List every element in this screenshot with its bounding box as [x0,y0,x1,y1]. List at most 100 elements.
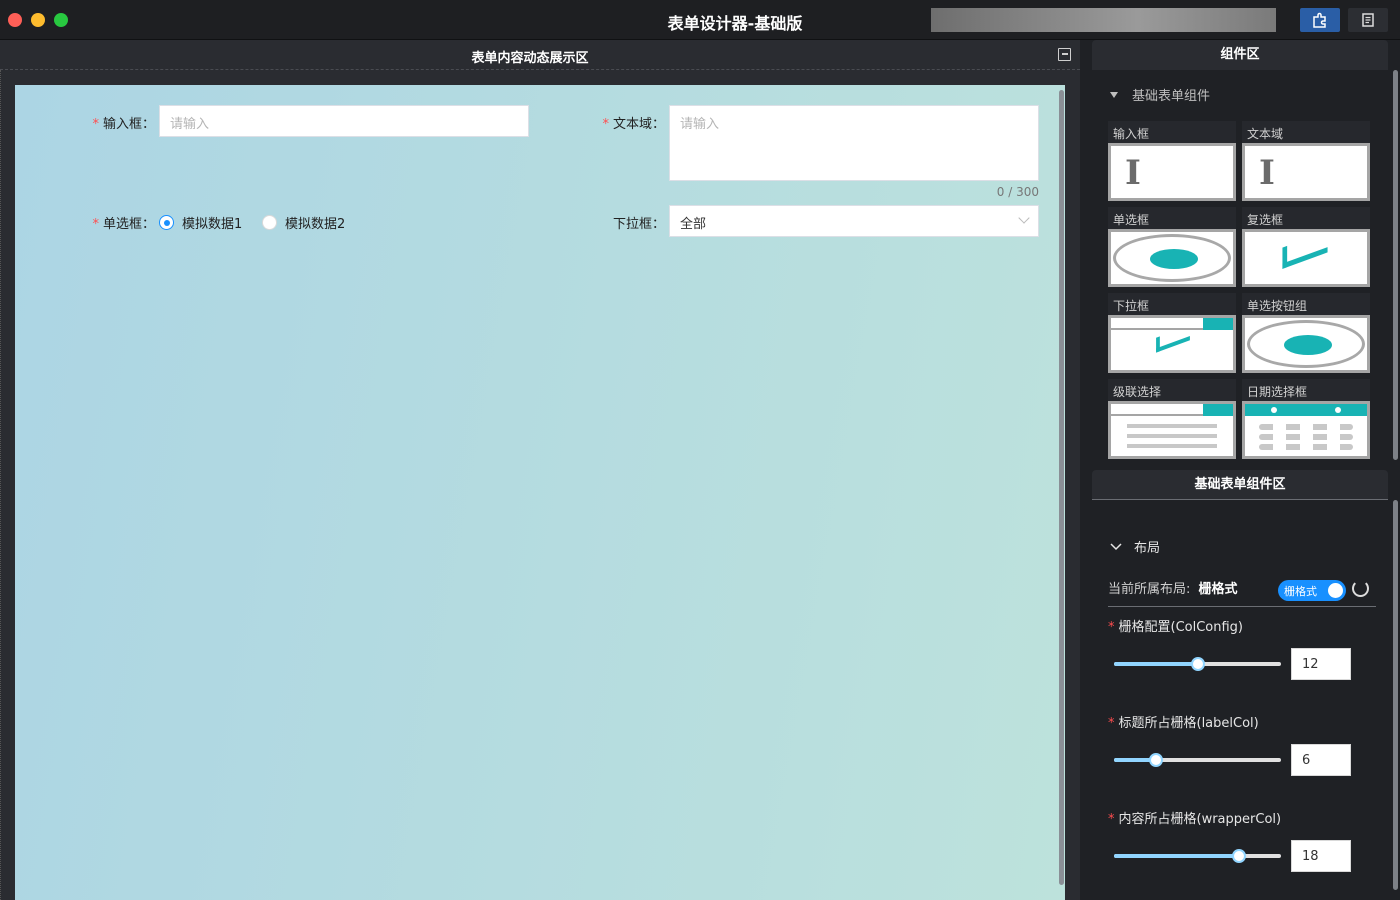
component-label: 文本域 [1242,121,1370,143]
component-label: 输入框 [1108,121,1236,143]
component-label: 下拉框 [1108,293,1236,315]
blurred-address-bar [931,8,1276,32]
radio-option-2[interactable]: 模拟数据2 [262,213,345,232]
col-config-label-text: 栅格配置(ColConfig) [1118,620,1244,635]
label-col-value: 6 [1302,753,1311,768]
maximize-window-button[interactable] [54,13,68,27]
close-window-button[interactable] [8,13,22,27]
caret-down-icon [1110,91,1118,98]
slider-handle[interactable] [1148,753,1163,767]
select-field-label: 下拉框： [595,213,665,232]
cascader-icon [1108,401,1236,459]
col-config-input[interactable]: 12 [1291,648,1351,680]
current-layout-label: 当前所属布局: [1108,582,1191,597]
component-label: 单选框 [1108,207,1236,229]
label-col-input[interactable]: 6 [1291,744,1351,776]
current-layout-value: 栅格式 [1198,582,1238,597]
chevron-down-icon [1018,212,1030,224]
textarea-field[interactable]: 请输入 [669,105,1039,181]
select-dropdown[interactable]: 全部 [669,205,1039,237]
input-field[interactable]: 请输入 [159,105,529,137]
form-display-panel: 表单内容动态展示区 * 输入框： 请输入 * 文本域： 请输入 0 / 300 * 单… [0,40,1080,900]
checkbox-icon [1282,232,1328,269]
wrapper-col-value: 18 [1302,849,1319,864]
component-label: 日期选择框 [1242,379,1370,401]
radio-unchecked-icon [262,215,277,230]
component-radio[interactable]: 单选框 [1108,207,1236,287]
component-group-toggle[interactable]: 基础表单组件 [1110,85,1210,104]
refresh-icon[interactable] [1352,580,1369,597]
slider-handle[interactable] [1190,657,1205,671]
component-label: 单选按钮组 [1242,293,1370,315]
component-label: 级联选择 [1108,379,1236,401]
textarea-label-text: 文本域： [612,117,665,132]
toggle-label: 栅格式 [1284,585,1317,598]
wrapper-col-input[interactable]: 18 [1291,840,1351,872]
required-marker: * [1108,716,1115,731]
text-cursor-icon: I [1125,153,1141,193]
wrapper-col-label-text: 内容所占栅格(wrapperCol) [1118,812,1282,827]
label-col-label-text: 标题所占栅格(labelCol) [1118,716,1259,731]
puzzle-icon [1313,12,1326,28]
input-field-label: * 输入框： [90,113,155,132]
component-select[interactable]: 下拉框 [1108,293,1236,373]
form-canvas: * 输入框： 请输入 * 文本域： 请输入 0 / 300 * 单选框： 模拟数据1 … [15,85,1065,900]
component-group-title: 基础表单组件 [1132,89,1211,104]
textarea-placeholder: 请输入 [680,117,720,132]
component-date-picker[interactable]: 日期选择框 [1242,379,1370,459]
config-area-header: 基础表单组件区 [1092,470,1388,500]
document-button[interactable] [1348,8,1388,32]
component-label: 复选框 [1242,207,1370,229]
label-col-label: * 标题所占栅格(labelCol) [1108,712,1259,731]
form-display-title: 表单内容动态展示区 [471,51,589,66]
radio-label-text: 单选框： [102,217,155,232]
component-scrollbar[interactable] [1393,70,1398,460]
input-placeholder: 请输入 [170,117,210,132]
radio-field-label: * 单选框： [90,213,155,232]
layout-divider [1108,606,1376,607]
radio-option-label: 模拟数据1 [182,217,243,232]
wrapper-col-label: * 内容所占栅格(wrapperCol) [1108,808,1281,827]
form-display-header: 表单内容动态展示区 [0,40,1080,70]
required-marker: * [92,117,99,132]
ruler-guide [0,70,8,900]
textarea-field-label: * 文本域： [595,113,665,132]
col-config-slider[interactable] [1114,657,1281,671]
textarea-counter: 0 / 300 [996,185,1039,199]
component-textarea[interactable]: 文本域 I [1242,121,1370,201]
col-config-value: 12 [1302,657,1319,672]
canvas-scrollbar[interactable] [1059,90,1064,885]
chevron-down-icon [1110,542,1122,550]
layout-section-title: 布局 [1134,541,1161,556]
component-input[interactable]: 输入框 I [1108,121,1236,201]
layout-toggle-switch[interactable]: 栅格式 [1278,580,1346,601]
component-area-header: 组件区 [1092,40,1388,70]
dropdown-icon [1108,315,1236,373]
title-bar: 表单设计器-基础版 [0,0,1400,40]
radio-icon [1247,320,1365,368]
document-icon [1362,13,1374,27]
radio-checked-icon [159,215,174,230]
component-checkbox[interactable]: 复选框 [1242,207,1370,287]
plugin-button[interactable] [1300,8,1340,32]
window-title: 表单设计器-基础版 [667,14,803,33]
minimize-window-button[interactable] [31,13,45,27]
collapse-panel-icon[interactable] [1058,48,1071,61]
radio-option-1[interactable]: 模拟数据1 [159,213,242,232]
label-col-slider[interactable] [1114,753,1281,767]
radio-icon [1113,234,1231,282]
wrapper-col-slider[interactable] [1114,849,1281,863]
required-marker: * [1108,812,1115,827]
layout-section-toggle[interactable]: 布局 [1110,537,1160,556]
select-label-text: 下拉框： [612,217,665,232]
required-marker: * [602,117,609,132]
slider-fill [1114,854,1240,858]
calendar-icon [1242,401,1370,459]
slider-fill [1114,662,1198,666]
text-cursor-icon: I [1259,153,1275,193]
component-radio-group[interactable]: 单选按钮组 [1242,293,1370,373]
required-marker: * [92,217,99,232]
component-cascader[interactable]: 级联选择 [1108,379,1236,459]
col-config-label: * 栅格配置(ColConfig) [1108,616,1243,635]
config-scrollbar[interactable] [1393,500,1398,890]
